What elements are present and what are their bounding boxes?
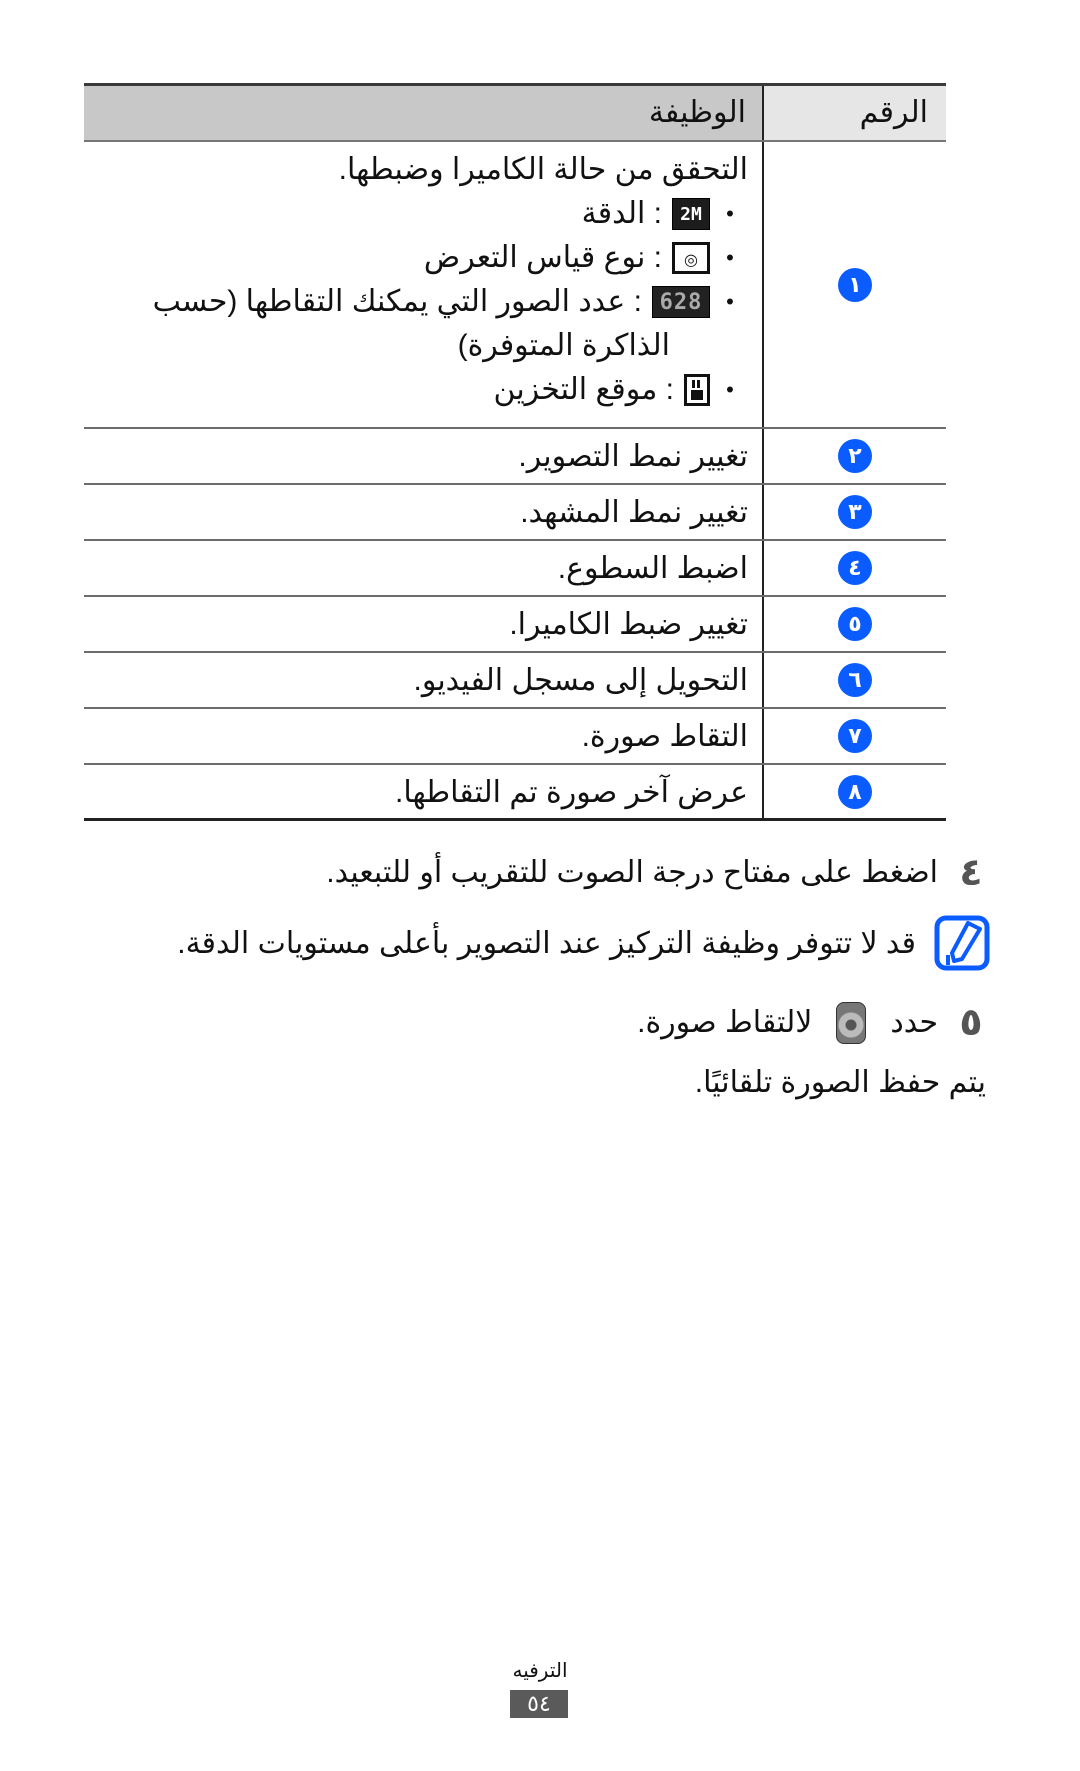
number-badge: ٢	[838, 439, 872, 473]
row-title: التحقق من حالة الكاميرا وضبطها.	[338, 153, 748, 186]
bullet-continuation: الذاكرة المتوفرة)	[457, 329, 670, 362]
step-5-subtext: يتم حفظ الصورة تلقائيًا.	[694, 1066, 986, 1099]
number-badge: ٥	[838, 607, 872, 641]
number-badge: ١	[838, 267, 872, 302]
bullet-dot: •	[726, 245, 734, 270]
number-badge: ٤	[838, 551, 872, 585]
note-text: قد لا تتوفر وظيفة التركيز عند التصوير بأ…	[177, 926, 916, 960]
step-text-before: حدد	[890, 1006, 938, 1039]
table-header: الرقم الوظيفة	[84, 86, 946, 142]
bullet-dot: •	[726, 377, 734, 402]
shutter-icon	[836, 1001, 867, 1044]
note: قد لا تتوفر وظيفة التركيز عند التصوير بأ…	[177, 915, 990, 971]
exposure-meter-icon: ◎	[672, 242, 710, 274]
number-badge: ٦	[838, 663, 872, 697]
bullet-item: • 2M : الدقة	[84, 192, 748, 236]
row-text: تغيير نمط المشهد.	[520, 496, 748, 529]
step-number: ٥	[959, 1002, 983, 1044]
number-badge: ٣	[838, 495, 872, 529]
camera-functions-table: الرقم الوظيفة ١ التحقق من حالة الكاميرا …	[84, 83, 946, 821]
note-pencil-icon	[934, 915, 990, 971]
step-text: اضغط على مفتاح درجة الصوت للتقريب أو للت…	[326, 856, 938, 889]
header-function: الوظيفة	[84, 86, 762, 140]
step-5: ٥ حدد لالتقاط صورة.	[637, 1000, 986, 1045]
row-text: اضبط السطوع.	[557, 552, 748, 585]
table-row: ٤ اضبط السطوع.	[84, 541, 946, 597]
bullet-text: : عدد الصور التي يمكنك التقاطها (حسب	[152, 285, 642, 318]
step-4: ٤ اضغط على مفتاح درجة الصوت للتقريب أو ل…	[326, 850, 986, 895]
resolution-icon: 2M	[672, 198, 710, 230]
table-row: ٧ التقاط صورة.	[84, 709, 946, 765]
section-label: الترفيه	[512, 1660, 568, 1682]
table-row: ٢ تغيير نمط التصوير.	[84, 429, 946, 485]
table-row: ١ التحقق من حالة الكاميرا وضبطها. • 2M :…	[84, 142, 946, 429]
step-number: ٤	[959, 852, 983, 894]
bullet-text: : نوع قياس التعرض	[423, 241, 662, 274]
row-text: التحويل إلى مسجل الفيديو.	[413, 664, 749, 697]
table-row: ٣ تغيير نمط المشهد.	[84, 485, 946, 541]
step-text-after: لالتقاط صورة.	[637, 1006, 813, 1039]
bullet-item: • : موقع التخزين	[84, 368, 748, 412]
bullet-text: : الدقة	[581, 197, 662, 230]
bullet-dot: •	[726, 289, 734, 314]
table-row: ٨ عرض آخر صورة تم التقاطها.	[84, 765, 946, 821]
photo-count-icon: 628	[652, 286, 710, 318]
manual-page: الرقم الوظيفة ١ التحقق من حالة الكاميرا …	[0, 0, 1080, 1771]
number-badge: ٨	[838, 774, 872, 809]
table-row: ٥ تغيير ضبط الكاميرا.	[84, 597, 946, 653]
storage-location-icon	[684, 374, 710, 406]
bullet-item: • ◎ : نوع قياس التعرض	[84, 236, 748, 280]
bullet-dot: •	[726, 201, 734, 226]
header-number: الرقم	[762, 86, 946, 140]
row-text: تغيير ضبط الكاميرا.	[509, 608, 748, 641]
row-text: تغيير نمط التصوير.	[518, 440, 748, 473]
row-text: عرض آخر صورة تم التقاطها.	[394, 776, 748, 809]
bullet-text: : موقع التخزين	[493, 373, 674, 406]
table-row: ٦ التحويل إلى مسجل الفيديو.	[84, 653, 946, 709]
row-text: التقاط صورة.	[581, 720, 748, 753]
bullet-item: • 628 : عدد الصور التي يمكنك التقاطها (ح…	[84, 280, 748, 324]
number-badge: ٧	[838, 719, 872, 753]
page-number: ٥٤	[510, 1690, 568, 1718]
